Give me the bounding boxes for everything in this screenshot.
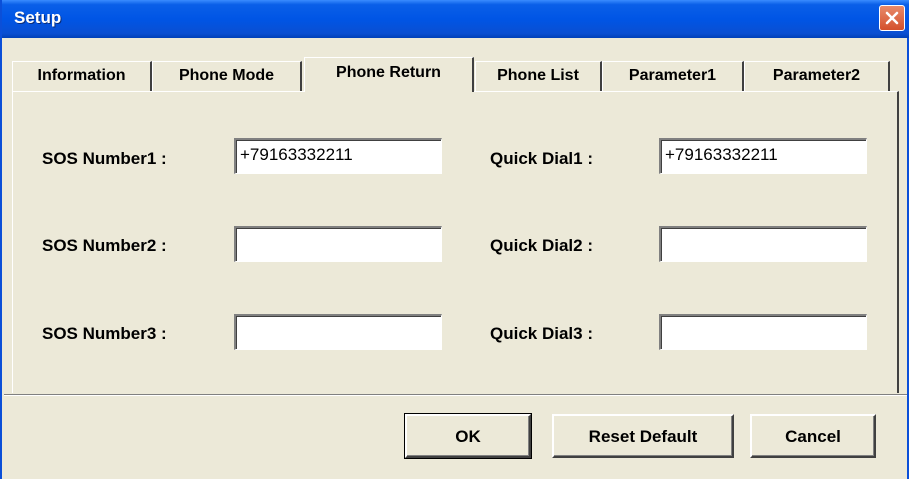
- tab-label: Phone Mode: [178, 67, 275, 84]
- tab-information[interactable]: Information: [12, 61, 152, 91]
- ok-button[interactable]: OK: [404, 413, 532, 459]
- tab-phone-mode[interactable]: Phone Mode: [152, 61, 302, 91]
- quick-dial3-field[interactable]: [659, 314, 867, 350]
- reset-default-button[interactable]: Reset Default: [552, 414, 734, 458]
- tab-phone-return[interactable]: Phone Return: [304, 57, 474, 92]
- quick-dial3-label: Quick Dial3 :: [490, 324, 593, 343]
- footer-divider: [4, 394, 907, 396]
- sos-number3-label: SOS Number3 :: [42, 324, 167, 343]
- cancel-button[interactable]: Cancel: [750, 414, 876, 458]
- sos-number2-field[interactable]: [234, 226, 442, 262]
- tab-label: Parameter1: [628, 67, 717, 84]
- quick-dial1-field[interactable]: +79163332211: [659, 138, 867, 174]
- title-bar[interactable]: Setup: [2, 0, 909, 38]
- tab-label: Information: [37, 67, 126, 84]
- tab-parameter1[interactable]: Parameter1: [602, 61, 744, 91]
- tab-label: Parameter2: [772, 67, 861, 84]
- quick-dial2-label: Quick Dial2 :: [490, 236, 593, 255]
- sos-number3-field[interactable]: [234, 314, 442, 350]
- tab-label: Phone List: [497, 67, 579, 84]
- close-button[interactable]: [879, 5, 905, 31]
- tab-label: Phone Return: [336, 64, 441, 81]
- sos-number1-field[interactable]: +79163332211: [234, 138, 442, 174]
- quick-dial1-label: Quick Dial1 :: [490, 149, 593, 168]
- quick-dial2-field[interactable]: [659, 226, 867, 262]
- window-title: Setup: [14, 8, 62, 27]
- tab-parameter2[interactable]: Parameter2: [744, 61, 890, 91]
- tab-phone-list[interactable]: Phone List: [475, 61, 602, 91]
- setup-dialog: Setup Information Phone Mode Phone Retur…: [0, 0, 909, 479]
- sos-number2-label: SOS Number2 :: [42, 236, 167, 255]
- sos-number1-label: SOS Number1 :: [42, 149, 167, 168]
- close-icon: [885, 11, 899, 25]
